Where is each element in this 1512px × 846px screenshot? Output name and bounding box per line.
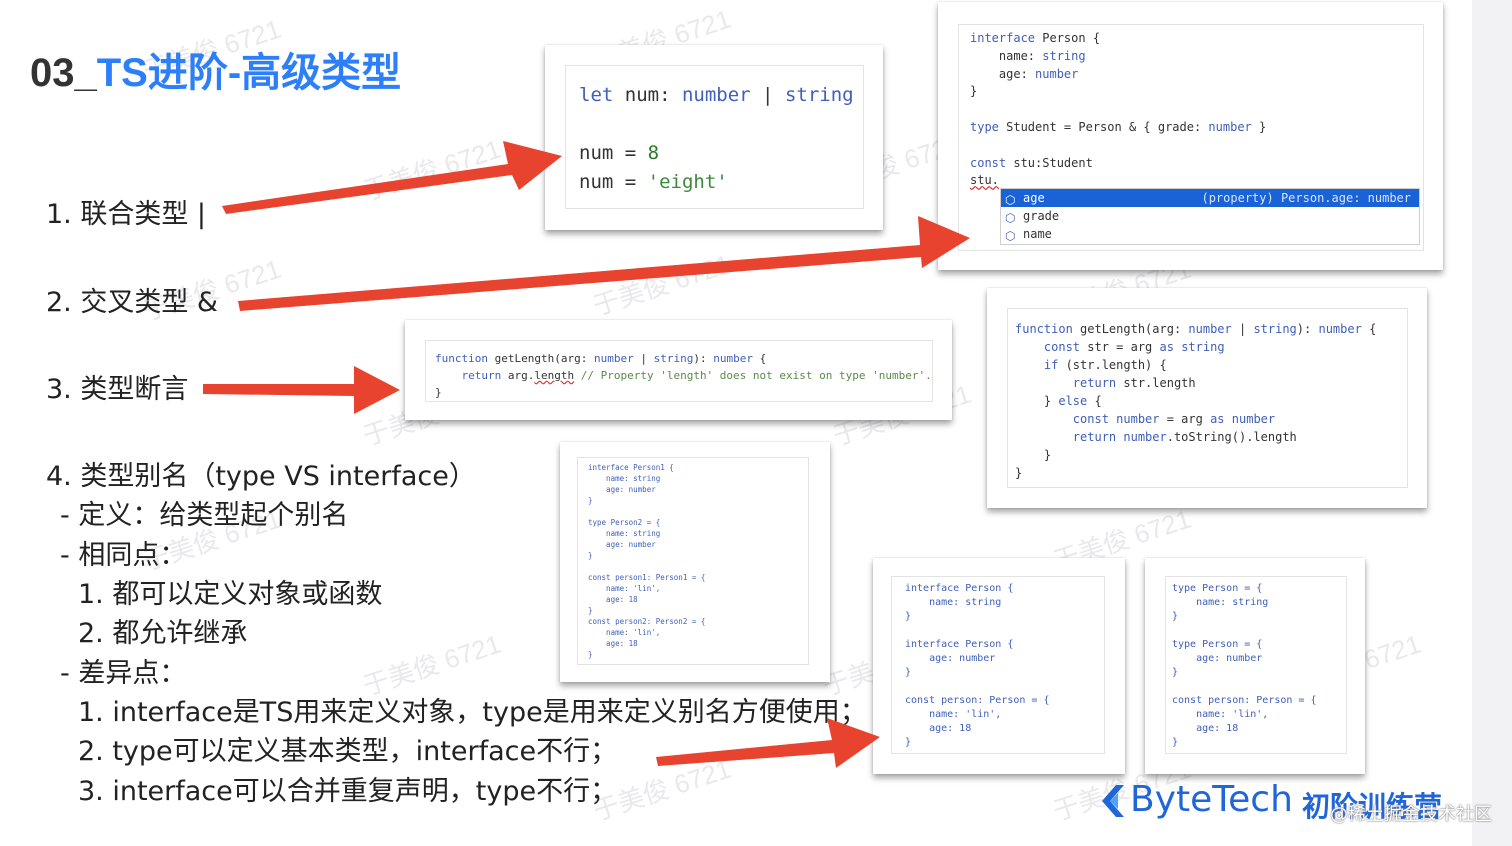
brand-name: ByteTech (1130, 779, 1293, 820)
source-watermark: @稀土掘金技术社区 (1330, 804, 1492, 825)
bytetech-mark-icon (1102, 785, 1124, 817)
arrow-assertion (203, 366, 400, 414)
arrow-intersection (238, 216, 970, 311)
arrow-merge (656, 718, 880, 768)
arrows-layer (203, 141, 970, 768)
slide: 于美俊 6721 于美俊 6721 于美俊 6721 于美俊 6721 于美俊 … (0, 0, 1472, 846)
arrow-union (222, 141, 562, 214)
